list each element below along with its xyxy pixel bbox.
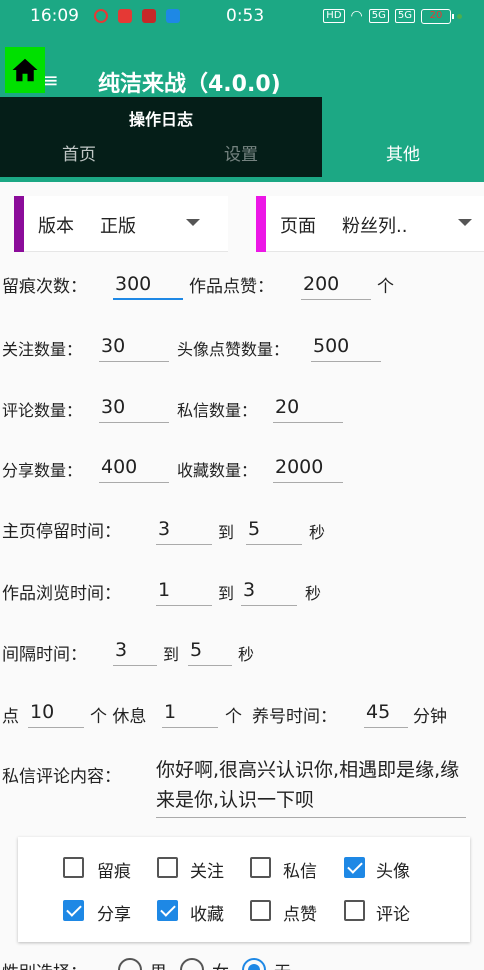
checkbox-fav[interactable] <box>157 900 178 921</box>
version-spinner[interactable]: 版本 正版 <box>14 196 228 252</box>
home-stay-unit: 秒 <box>309 523 326 542</box>
version-label: 版本 <box>38 216 74 237</box>
hd-icon: HD <box>323 9 345 23</box>
trace-count-input[interactable]: 300 <box>113 270 183 300</box>
work-browse-max-input[interactable]: 3 <box>241 576 297 606</box>
status-right-icons: HD ◠ 5G 5G 20 <box>323 8 462 24</box>
fav-label: 收藏数量： <box>177 461 258 480</box>
app-notification-icon <box>94 9 108 23</box>
tab-other[interactable]: 其他 <box>386 140 420 165</box>
checkbox-share-label: 分享 <box>97 905 131 925</box>
signal-icon-2: 5G <box>394 9 415 23</box>
page-label: 页面 <box>280 216 316 237</box>
gender-radio-male[interactable] <box>118 958 142 970</box>
tab-settings[interactable]: 设置 <box>224 140 258 165</box>
app-title: 纯洁来战（4.0.0) <box>98 72 281 97</box>
gender-radio-none[interactable] <box>242 958 266 970</box>
work-browse-to: 到 <box>218 584 235 603</box>
trace-count-label: 留痕次数： <box>2 277 87 297</box>
feature-checkbox-card: 留痕 关注 私信 头像 分享 收藏 点赞 评论 <box>18 837 470 942</box>
page-spinner[interactable]: 页面 粉丝列.. <box>256 196 484 252</box>
rest-count-unit: 个 <box>225 707 242 727</box>
checkbox-avatar[interactable] <box>344 857 365 878</box>
status-center-time: 0:53 <box>226 6 265 26</box>
work-browse-unit: 秒 <box>305 584 322 603</box>
home-button[interactable] <box>5 47 45 93</box>
rest-prefix: 点 <box>2 707 19 727</box>
chevron-down-icon <box>458 219 472 226</box>
checkbox-fav-label: 收藏 <box>190 905 224 925</box>
gender-female-label: 女 <box>212 958 229 970</box>
interval-to: 到 <box>163 645 180 664</box>
signal-icon-1: 5G <box>368 9 389 23</box>
tab-home[interactable]: 首页 <box>62 140 96 165</box>
link-notification-icon <box>166 9 180 23</box>
chevron-down-icon <box>186 219 200 226</box>
checkbox-avatar-label: 头像 <box>376 862 410 882</box>
checkbox-follow-label: 关注 <box>190 862 224 882</box>
checkbox-comment[interactable] <box>344 900 365 921</box>
home-stay-min-input[interactable]: 3 <box>156 515 212 545</box>
home-stay-to: 到 <box>218 523 235 542</box>
news-notification-icon <box>142 9 156 23</box>
nurture-unit: 分钟 <box>413 707 447 727</box>
home-icon <box>12 58 38 82</box>
rest-every-unit: 个 休息 <box>90 707 147 727</box>
nurture-label: 养号时间： <box>252 707 337 727</box>
work-like-label: 作品点赞： <box>189 277 274 297</box>
home-stay-label: 主页停留时间： <box>2 522 121 542</box>
version-accent-bar <box>14 196 24 252</box>
home-stay-max-input[interactable]: 5 <box>246 515 302 545</box>
comment-count-input[interactable]: 30 <box>99 393 169 423</box>
work-like-input[interactable]: 200 <box>301 270 371 300</box>
avatar-like-label: 头像点赞数量： <box>177 340 290 359</box>
gender-none-label: 无 <box>274 958 291 970</box>
dm-content-input[interactable]: 你好啊,很高兴认识你,相遇即是缘,缘来是你,认识一下呗 <box>156 755 466 818</box>
status-bar: 16:09 0:53 HD ◠ 5G 5G 20 <box>0 0 484 32</box>
gender-radio-female[interactable] <box>180 958 204 970</box>
interval-max-input[interactable]: 5 <box>188 636 232 666</box>
nurture-input[interactable]: 45 <box>364 698 408 728</box>
dm-content-label: 私信评论内容： <box>2 767 121 787</box>
checkbox-dm[interactable] <box>250 857 271 878</box>
gender-male-label: 男 <box>150 958 167 970</box>
work-browse-min-input[interactable]: 1 <box>156 576 212 606</box>
checkbox-like-label: 点赞 <box>283 905 317 925</box>
share-input[interactable]: 400 <box>99 453 169 483</box>
checkbox-trace[interactable] <box>63 857 84 878</box>
avatar-like-input[interactable]: 500 <box>311 332 381 362</box>
fav-input[interactable]: 2000 <box>273 453 343 483</box>
dm-count-input[interactable]: 20 <box>273 393 343 423</box>
work-like-unit: 个 <box>377 277 394 297</box>
rest-every-input[interactable]: 10 <box>28 698 84 728</box>
interval-unit: 秒 <box>238 645 255 664</box>
gender-label: 性别选择： <box>2 958 87 970</box>
comment-count-label: 评论数量： <box>2 401 83 420</box>
follow-input[interactable]: 30 <box>99 332 169 362</box>
checkbox-share[interactable] <box>63 900 84 921</box>
share-label: 分享数量： <box>2 461 83 480</box>
checkbox-follow[interactable] <box>157 857 178 878</box>
checkbox-comment-label: 评论 <box>376 905 410 925</box>
checkbox-dm-label: 私信 <box>283 862 317 882</box>
checkbox-like[interactable] <box>250 900 271 921</box>
status-time: 16:09 <box>30 6 79 26</box>
page-value: 粉丝列.. <box>342 216 408 237</box>
battery-icon: 20 <box>421 8 454 24</box>
dm-count-label: 私信数量： <box>177 401 258 420</box>
indicator-dot-icon <box>457 13 462 19</box>
interval-min-input[interactable]: 3 <box>113 636 157 666</box>
version-value: 正版 <box>100 216 136 237</box>
log-title: 操作日志 <box>128 110 193 129</box>
wifi-icon: ◠ <box>350 8 363 24</box>
checkbox-trace-label: 留痕 <box>97 862 131 882</box>
follow-label: 关注数量： <box>2 340 83 359</box>
interval-label: 间隔时间： <box>2 645 87 665</box>
video-notification-icon <box>118 9 132 23</box>
rest-count-input[interactable]: 1 <box>162 698 218 728</box>
work-browse-label: 作品浏览时间： <box>2 584 121 604</box>
page-accent-bar <box>256 196 266 252</box>
